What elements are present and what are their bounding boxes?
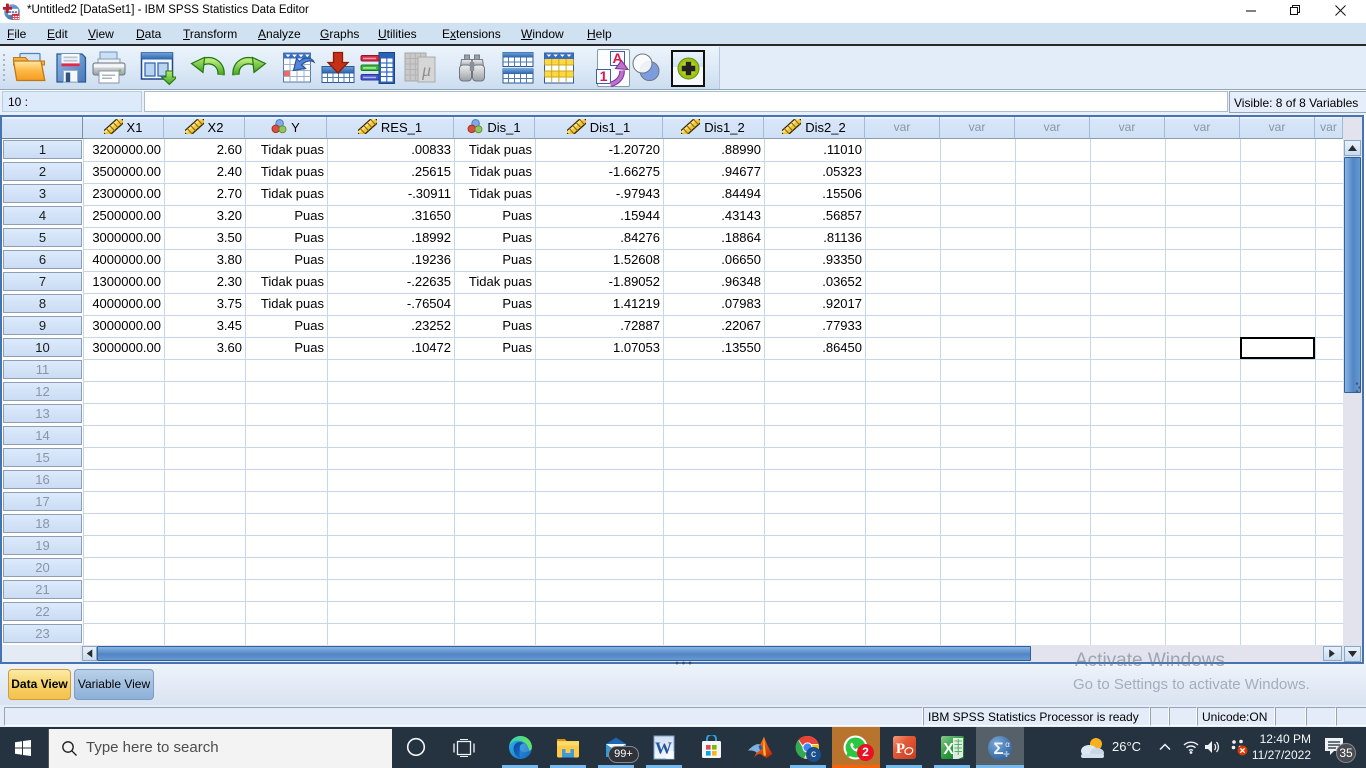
svg-text:α: α <box>1005 740 1010 749</box>
svg-text:P: P <box>896 741 905 757</box>
svg-text:1: 1 <box>600 68 608 84</box>
svg-text:μ: μ <box>421 60 431 80</box>
svg-text:X: X <box>943 741 954 758</box>
svg-text:W: W <box>655 739 672 758</box>
svg-text:Σ: Σ <box>993 739 1003 758</box>
